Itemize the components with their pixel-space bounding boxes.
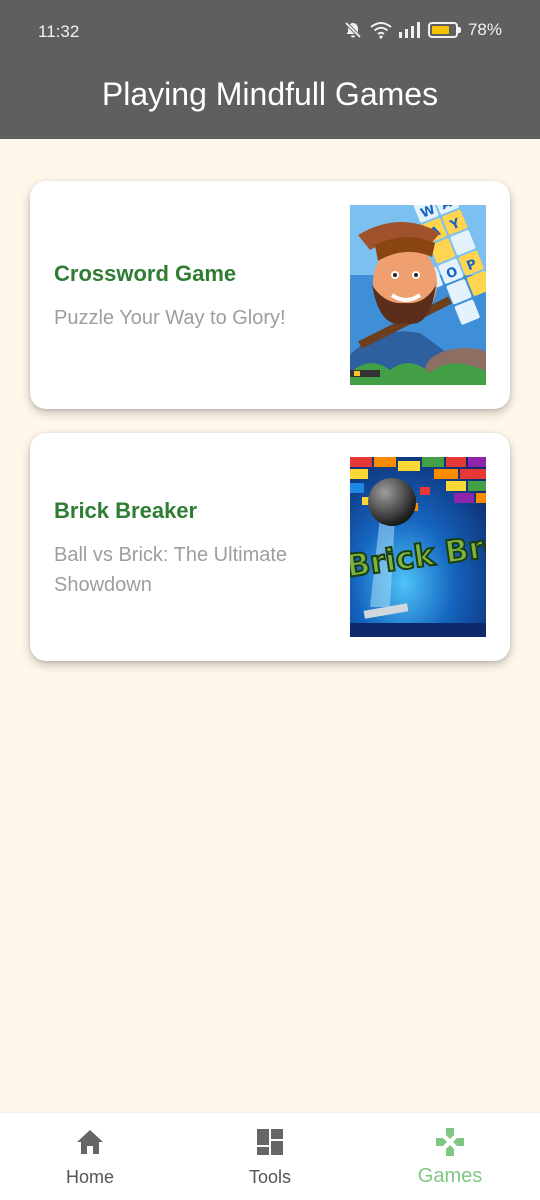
crossword-game-card[interactable]: Crossword Game Puzzle Your Way to Glory!…: [30, 181, 510, 409]
brick-breaker-card[interactable]: Brick Breaker Ball vs Brick: The Ultimat…: [30, 433, 510, 661]
nav-item-tools[interactable]: Tools: [180, 1113, 360, 1200]
status-icons: 78%: [343, 20, 502, 40]
status-bar: 11:32 78%: [0, 0, 540, 62]
card-subtitle: Ball vs Brick: The Ultimate Showdown: [54, 544, 288, 596]
card-title: Brick Breaker: [54, 498, 198, 523]
home-icon: [77, 1130, 103, 1154]
crossword-game-image: W A A Y K O P: [350, 205, 486, 385]
nav-item-home[interactable]: Home: [0, 1113, 180, 1200]
brick-breaker-image: Brick Brea: [350, 457, 486, 637]
nav-label-games: Games: [417, 1165, 483, 1187]
nav-label-home: Home: [65, 1167, 114, 1187]
card-title: Crossword Game: [54, 261, 237, 286]
bottom-navigation: Home Tools Games: [0, 1112, 540, 1200]
battery-fill: [431, 26, 450, 34]
status-time: 11:32: [38, 22, 80, 41]
battery-icon: [427, 22, 461, 38]
dashboard-icon: [257, 1129, 283, 1155]
card-subtitle: Puzzle Your Way to Glory!: [54, 307, 286, 329]
gamepad-icon: [436, 1128, 464, 1156]
nav-item-games[interactable]: Games: [360, 1113, 540, 1200]
crossword-card-text: Crossword Game Puzzle Your Way to Glory!: [54, 261, 334, 333]
page-title: Playing Mindfull Games: [101, 76, 439, 112]
wifi-icon: [370, 22, 392, 39]
signal-icon: [398, 22, 420, 38]
brick-breaker-card-text: Brick Breaker Ball vs Brick: The Ultimat…: [54, 498, 334, 600]
nav-label-tools: Tools: [248, 1167, 292, 1187]
battery-percent: 78%: [467, 20, 502, 39]
app-bar: 11:32 78% Playing Mindfull Games: [0, 0, 540, 139]
bell-off-icon: [344, 21, 362, 39]
